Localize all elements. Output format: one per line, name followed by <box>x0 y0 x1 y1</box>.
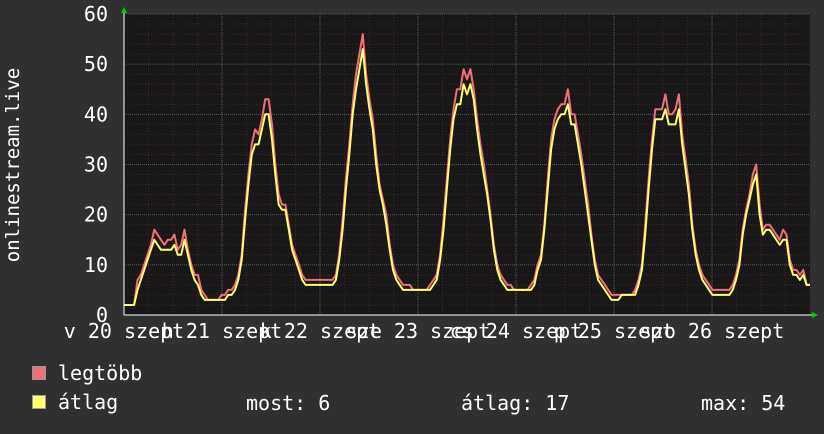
y-tick-label: 60 <box>84 2 108 26</box>
legend-item-max: legtöbb <box>32 361 143 385</box>
stat-now: most: 6 <box>246 391 331 415</box>
y-axis-arrow-icon <box>121 7 127 13</box>
stat-max: max: 54 <box>701 391 786 415</box>
legend-swatch-max <box>32 366 46 380</box>
y-tick-label: 50 <box>84 52 108 76</box>
legend-label-max: legtöbb <box>58 361 143 385</box>
y-tick-labels: 0102030405060 <box>84 2 108 327</box>
legend-item-avg: átlag <box>32 390 119 414</box>
y-tick-label: 30 <box>84 153 108 177</box>
legend-label-avg: átlag <box>58 390 119 414</box>
legend-swatch-avg <box>32 395 46 409</box>
stat-average: átlag: 17 <box>461 391 570 415</box>
x-tick-labels: v 20 szepth 21 szeptk 22 szeptsze 23 sze… <box>64 319 784 343</box>
chart-root: 0 10 20 30 40 50 60 v 20 szept h 21 szept k 22 s… <box>0 0 824 430</box>
x-axis-arrow-icon <box>812 312 818 318</box>
y-tick-label: 20 <box>84 203 108 227</box>
y-axis-label: onlinestream.live <box>2 68 24 262</box>
y-tick-label: 40 <box>84 102 108 126</box>
y-tick-label: 10 <box>84 253 108 277</box>
x-tick-label: szo 26 szept <box>640 319 785 343</box>
